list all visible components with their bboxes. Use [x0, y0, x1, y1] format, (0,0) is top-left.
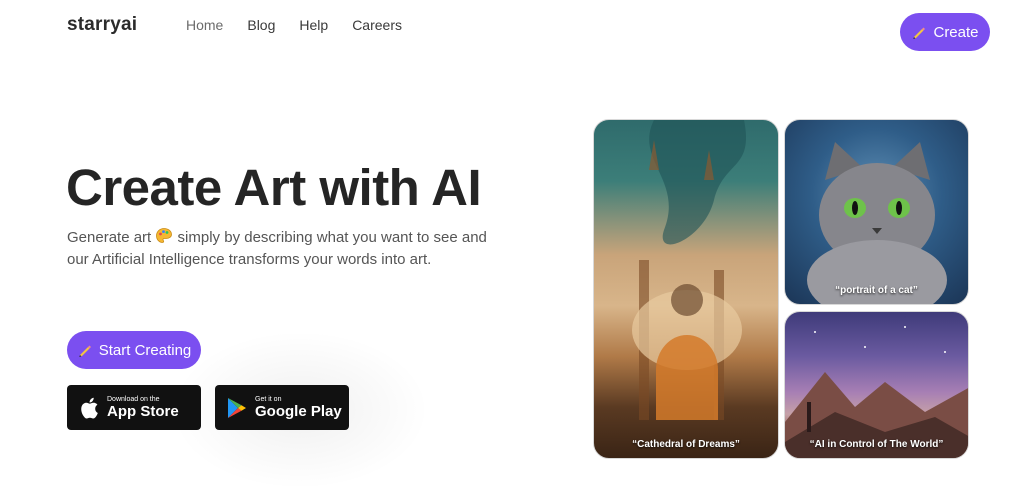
hero-desc-part1: Generate art — [67, 229, 156, 246]
cathedral-caption: “Cathedral of Dreams” — [632, 439, 740, 450]
apple-icon — [81, 397, 98, 419]
google-play-big-text: Google Play — [255, 402, 342, 420]
pencil-icon — [913, 27, 926, 39]
nav-help[interactable]: Help — [299, 17, 328, 33]
world-artwork-image — [785, 326, 968, 458]
logo[interactable]: starryai — [67, 14, 137, 36]
pencil-icon — [78, 345, 91, 357]
world-artwork-card[interactable]: “AI in Control of The World” — [784, 311, 969, 459]
start-creating-label: Start Creating — [98, 341, 192, 359]
cat-caption: “portrait of a cat” — [835, 285, 918, 296]
main-nav: Home Blog Help Careers — [186, 17, 426, 33]
start-creating-button[interactable]: Start Creating — [67, 331, 201, 369]
google-play-text: Get it on Google Play — [255, 396, 342, 420]
google-play-icon — [228, 397, 246, 418]
palette-icon — [156, 228, 173, 243]
cat-artwork-image — [807, 142, 947, 304]
hero-title: Create Art with AI — [66, 159, 482, 216]
nav-home[interactable]: Home — [186, 17, 223, 33]
world-caption: “AI in Control of The World” — [809, 439, 944, 450]
create-button[interactable]: Create — [900, 13, 990, 51]
cathedral-artwork-image — [632, 120, 747, 420]
google-play-button[interactable]: Get it on Google Play — [215, 385, 349, 430]
cathedral-artwork-card[interactable]: “Cathedral of Dreams” — [593, 119, 779, 459]
create-button-label: Create — [933, 23, 979, 41]
app-store-text: Download on the App Store — [107, 396, 179, 420]
nav-careers[interactable]: Careers — [352, 17, 402, 33]
app-store-button[interactable]: Download on the App Store — [67, 385, 201, 430]
hero-description: Generate art simply by describing what y… — [67, 227, 487, 271]
cat-artwork-card[interactable]: “portrait of a cat” — [784, 119, 969, 305]
app-store-big-text: App Store — [107, 402, 179, 420]
nav-blog[interactable]: Blog — [247, 17, 275, 33]
